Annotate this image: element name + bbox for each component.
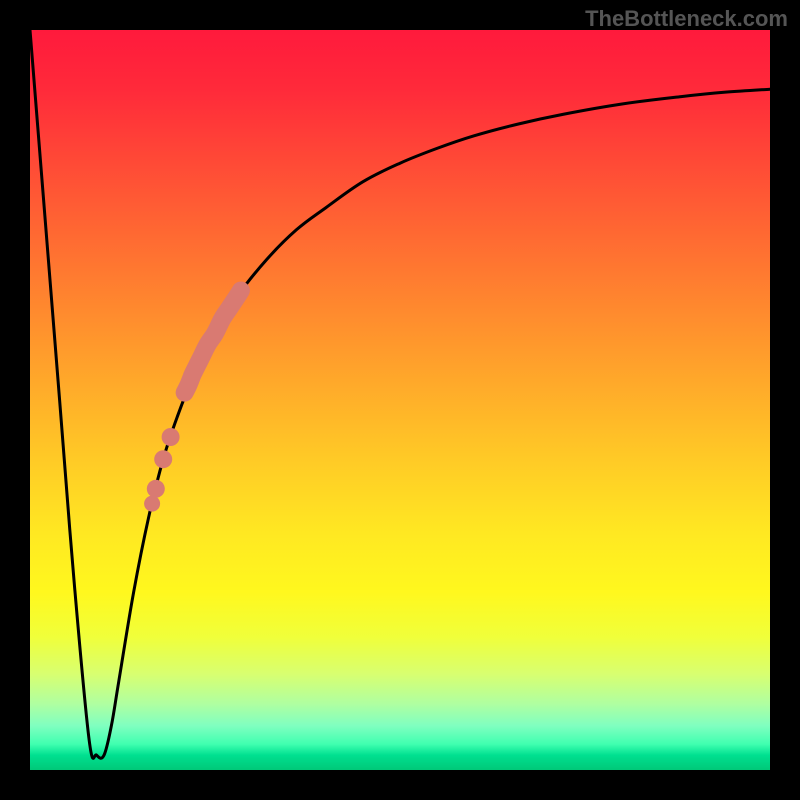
highlight-dot (162, 428, 180, 446)
highlight-dots (144, 428, 180, 512)
highlight-dot (154, 450, 172, 468)
plot-area (30, 30, 770, 770)
highlight-dot (147, 480, 165, 498)
highlight-dot (144, 496, 160, 512)
watermark-text: TheBottleneck.com (585, 6, 788, 32)
highlight-segment (185, 290, 241, 392)
chart-svg (30, 30, 770, 770)
bottleneck-curve (30, 30, 770, 758)
